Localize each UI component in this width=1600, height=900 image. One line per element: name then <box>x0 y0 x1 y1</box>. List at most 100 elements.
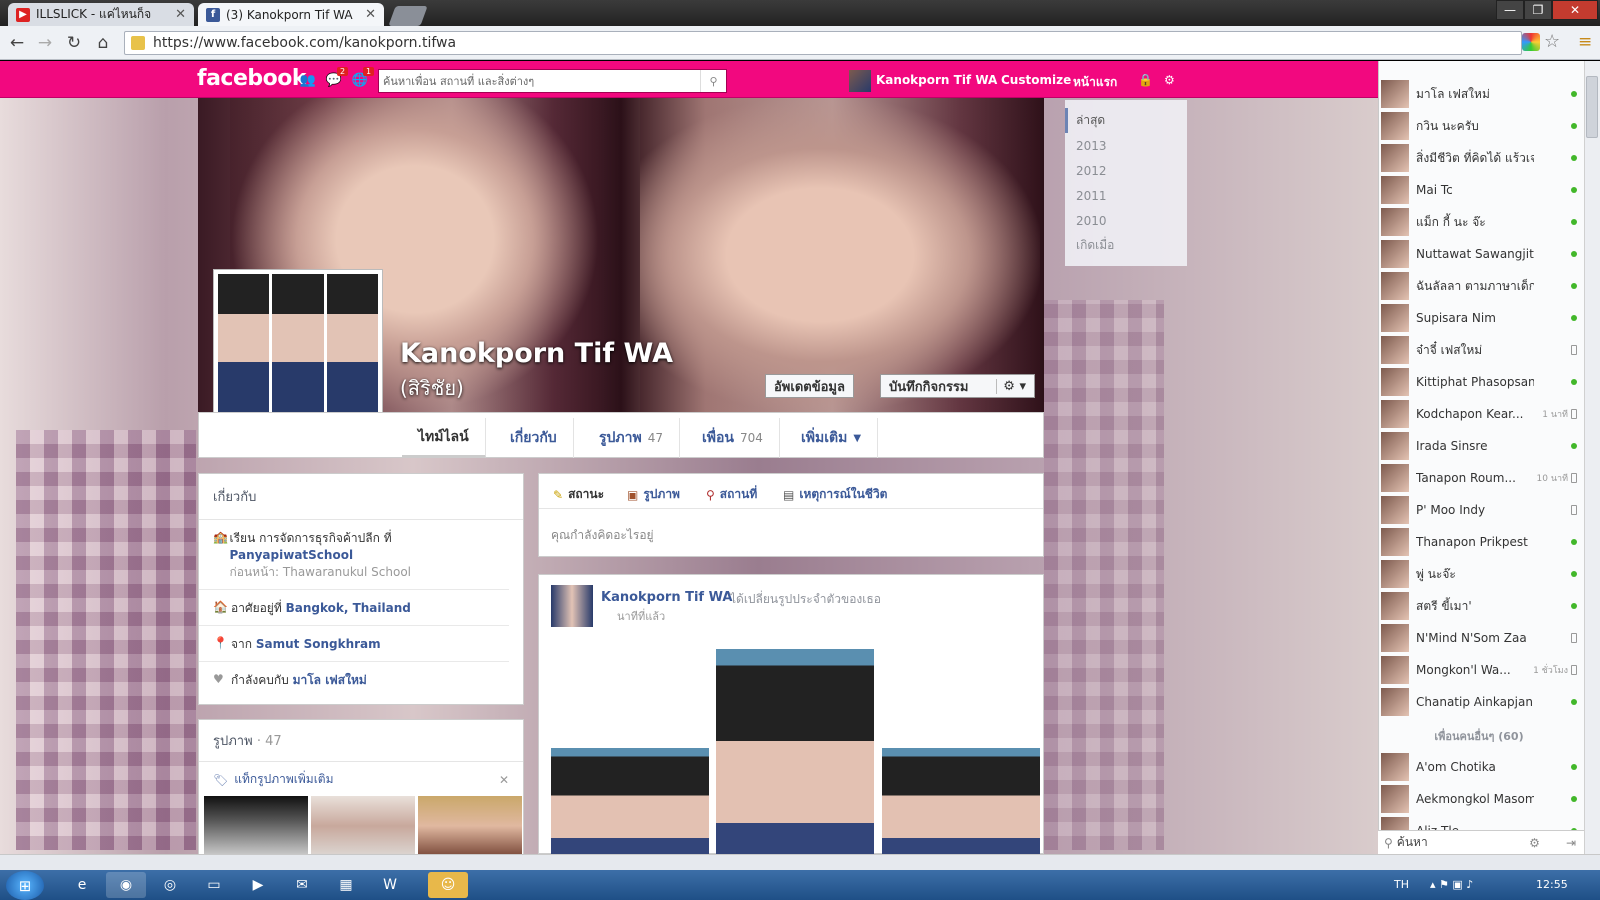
school-link[interactable]: PanyapiwatSchool <box>230 548 354 562</box>
start-button[interactable]: ⊞ <box>6 871 44 900</box>
tag-photos-row[interactable]: 🏷 แท็กรูปภาพเพิ่มเติม ✕ <box>199 762 523 797</box>
close-window-icon[interactable]: ✕ <box>1552 0 1598 20</box>
extension-icon[interactable] <box>1522 33 1540 51</box>
chat-friend-row[interactable]: มาโล เฟสใหม่ <box>1381 78 1577 110</box>
messenger-icon[interactable]: ✉ <box>282 872 322 898</box>
hometown-link[interactable]: Samut Songkhram <box>256 637 381 651</box>
chat-settings-gear-icon[interactable]: ⚙ <box>1529 836 1540 850</box>
privacy-shortcuts-icon[interactable]: 🔒 <box>1138 73 1153 87</box>
photo-thumbnail[interactable] <box>418 796 522 856</box>
word-icon[interactable]: W <box>370 872 410 898</box>
chat-friend-row[interactable]: N'Mind N'Som Zaa <box>1381 622 1577 654</box>
vertical-scrollbar[interactable] <box>1584 61 1600 854</box>
scrollbar-thumb[interactable] <box>1586 76 1598 138</box>
tab-photos[interactable]: รูปภาพ 47 <box>583 418 681 458</box>
chrome-icon[interactable]: ◉ <box>106 872 146 898</box>
year-item[interactable]: เกิดเมื่อ <box>1065 233 1187 258</box>
home-link[interactable]: หน้าแรก <box>1073 73 1117 92</box>
tab-friends[interactable]: เพื่อน 704 <box>686 418 780 458</box>
menu-icon[interactable]: ≡ <box>1578 32 1592 52</box>
post-photo[interactable] <box>882 748 1040 854</box>
tray-icons[interactable]: ▴ ⚑ ▣ ♪ <box>1430 878 1473 891</box>
app-window-icon[interactable]: ☺ <box>428 872 468 898</box>
chat-friend-row[interactable]: กวิน นะครับ <box>1381 110 1577 142</box>
chat-friend-row[interactable]: Aekmongkol Masomp... <box>1381 783 1577 815</box>
chat-friend-row[interactable]: Chanatip Ainkapjan <box>1381 686 1577 718</box>
about-title[interactable]: เกี่ยวกับ <box>199 474 523 520</box>
chat-friend-row[interactable]: Thanapon Prikpest <box>1381 526 1577 558</box>
chat-friend-row[interactable]: สิ่งมีชีวิต ที่คิดได้ แร้วเจ... <box>1381 142 1577 174</box>
tag-photos-link[interactable]: แท็กรูปภาพเพิ่มเติม <box>234 770 333 789</box>
chat-friend-row[interactable]: Tanapon Roum... 10 นาที <box>1381 462 1577 494</box>
chat-friend-row[interactable]: Supisara Nim <box>1381 302 1577 334</box>
post-photo[interactable] <box>551 748 709 854</box>
fb-logo[interactable]: facebook <box>197 66 307 91</box>
composer-tab-status[interactable]: ✎ สถานะ <box>553 485 604 504</box>
chat-friend-row[interactable]: Kittiphat Phasopsang <box>1381 366 1577 398</box>
post-photo[interactable] <box>716 649 874 854</box>
year-item[interactable]: 2013 <box>1065 133 1187 158</box>
browser-tab-facebook[interactable]: f (3) Kanokporn Tif WA ✕ <box>198 3 384 26</box>
photo-thumbnail[interactable] <box>311 796 415 856</box>
back-icon[interactable]: ← <box>6 32 28 54</box>
profile-link[interactable]: Kanokporn Tif WA <box>876 73 997 87</box>
fb-search-input[interactable]: ค้นหาเพื่อน สถานที่ และสิ่งต่างๆ ⚲ <box>378 69 727 93</box>
close-icon[interactable]: ✕ <box>499 773 509 787</box>
update-info-button[interactable]: อัพเดตข้อมูล <box>765 374 854 398</box>
search-icon[interactable]: ⚲ <box>700 70 726 92</box>
media-player-icon[interactable]: ▶ <box>238 872 278 898</box>
composer-tab-place[interactable]: ⚲ สถานที่ <box>706 485 757 504</box>
chat-friend-row[interactable]: แม็ก กี้ นะ จ๊ะ <box>1381 206 1577 238</box>
chat-friend-row[interactable]: Kodchapon Kear... 1 นาที <box>1381 398 1577 430</box>
reload-icon[interactable]: ↻ <box>63 32 85 54</box>
year-item[interactable]: 2012 <box>1065 158 1187 183</box>
chat-friend-row[interactable]: พู่ นะจ๊ะ <box>1381 558 1577 590</box>
chat-friend-row[interactable]: ฉันลัลลา ตามภาษาเด็ก <box>1381 270 1577 302</box>
ie-icon[interactable]: e <box>62 872 102 898</box>
city-link[interactable]: Bangkok, Thailand <box>286 601 411 615</box>
composer-tab-photo[interactable]: ▣ รูปภาพ <box>627 485 680 504</box>
language-indicator[interactable]: TH <box>1394 878 1409 891</box>
partner-link[interactable]: มาโล เฟสใหม่ <box>293 673 367 687</box>
composer-tab-life-event[interactable]: ▤ เหตุการณ์ในชีวิต <box>783 485 887 504</box>
close-tab-icon[interactable]: ✕ <box>365 7 376 22</box>
chat-friend-row[interactable]: P' Moo Indy <box>1381 494 1577 526</box>
year-item[interactable]: ล่าสุด <box>1065 108 1187 133</box>
activity-log-button[interactable]: บันทึกกิจกรรม ⚙ ▾ <box>880 374 1035 398</box>
forward-icon[interactable]: → <box>34 32 56 54</box>
browser-tab-youtube[interactable]: ▶ ILLSLICK - แค่ไหนก็จ ✕ <box>8 3 194 26</box>
photos-title[interactable]: รูปภาพ · 47 <box>199 720 523 762</box>
sidebar-collapse-icon[interactable]: ⇥ <box>1566 836 1576 850</box>
tab-more[interactable]: เพิ่มเติม ▼ <box>785 418 879 458</box>
chat-friend-row[interactable]: จ๋าจี๋ เฟสใหม่ <box>1381 334 1577 366</box>
post-author[interactable]: Kanokporn Tif WA <box>601 590 732 605</box>
post-author-avatar[interactable] <box>551 585 593 627</box>
maximize-icon[interactable]: ❐ <box>1524 0 1552 20</box>
profile-avatar-small[interactable] <box>849 70 871 92</box>
minimize-icon[interactable]: — <box>1496 0 1524 20</box>
tab-timeline[interactable]: ไทม์ไลน์ <box>402 418 486 458</box>
chat-friend-row[interactable]: Irada Sinsre <box>1381 430 1577 462</box>
address-bar[interactable]: https://www.facebook.com/kanokporn.tifwa <box>124 31 1522 55</box>
chat-friend-row[interactable]: Mongkon'l Wa... 1 ชั่วโมง <box>1381 654 1577 686</box>
folder-icon[interactable]: ▭ <box>194 872 234 898</box>
home-icon[interactable]: ⌂ <box>92 32 114 54</box>
friend-requests-icon[interactable]: 👥 <box>300 72 316 88</box>
gear-dropdown-icon[interactable]: ⚙ ▾ <box>996 378 1026 394</box>
photo-thumbnail[interactable] <box>204 796 308 856</box>
chat-friend-row[interactable]: สตรี ขี้เมา' <box>1381 590 1577 622</box>
clock[interactable]: 12:55 <box>1536 878 1568 891</box>
tab-about[interactable]: เกี่ยวกับ <box>494 418 574 458</box>
status-input[interactable]: คุณกำลังคิดอะไรอยู่ <box>551 526 654 545</box>
chat-friend-row[interactable]: Nuttawat Sawangjit <box>1381 238 1577 270</box>
bookmark-star-icon[interactable]: ☆ <box>1544 31 1560 52</box>
chat-friend-row[interactable]: Mai Tc <box>1381 174 1577 206</box>
chat-search-input[interactable]: ⚲ ค้นหา ⚙ ⇥ <box>1378 830 1584 854</box>
year-item[interactable]: 2011 <box>1065 183 1187 208</box>
firefox-icon[interactable]: ◎ <box>150 872 190 898</box>
close-tab-icon[interactable]: ✕ <box>175 7 186 22</box>
customize-link[interactable]: Customize <box>1001 73 1071 87</box>
post-timestamp[interactable]: นาทีที่แล้ว <box>617 607 665 625</box>
fc-app-icon[interactable]: ▦ <box>326 872 366 898</box>
settings-gear-icon[interactable]: ⚙ <box>1164 73 1175 87</box>
